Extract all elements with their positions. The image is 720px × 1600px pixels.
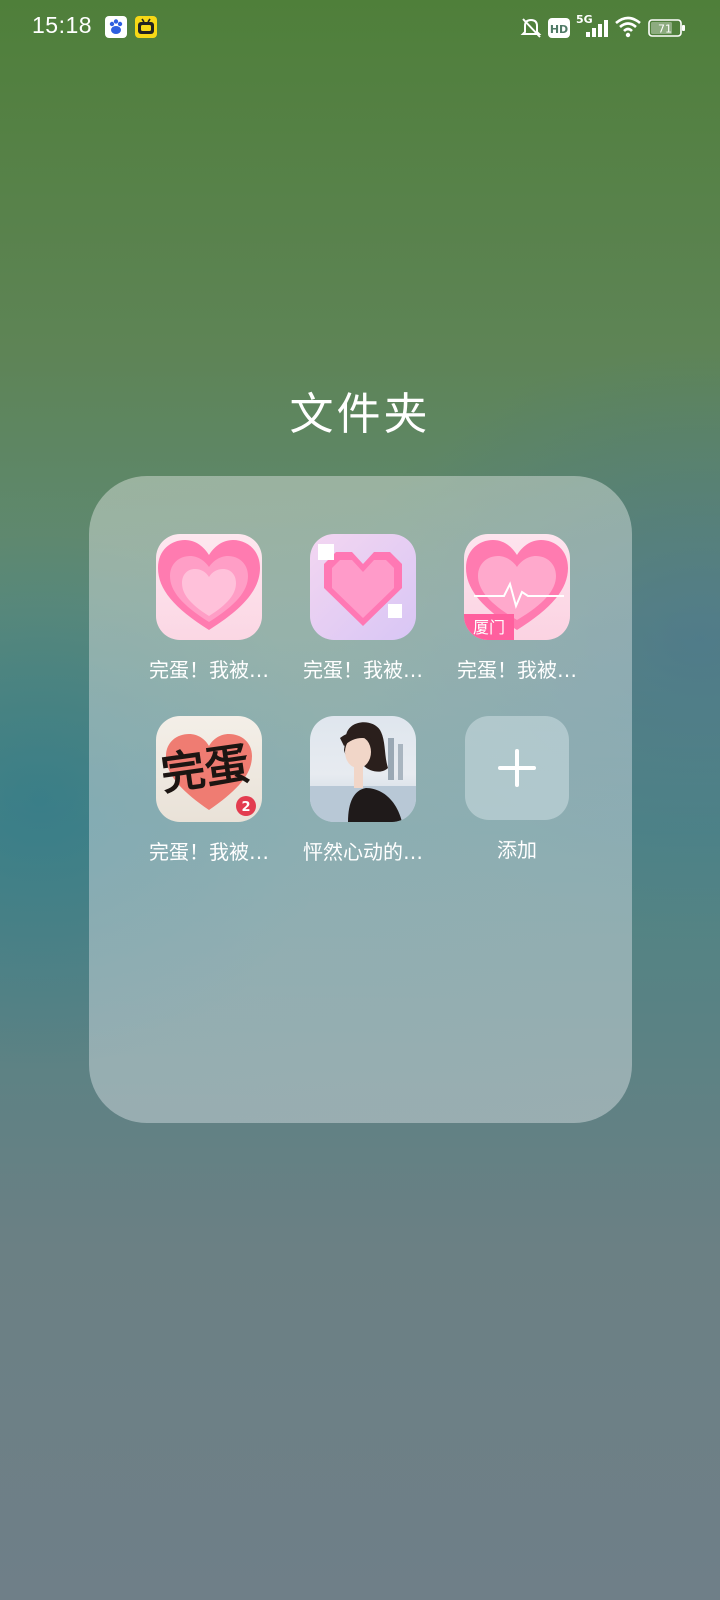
app-label: 完蛋！我被… bbox=[303, 658, 423, 682]
pink-heart-app-icon[interactable] bbox=[156, 534, 262, 640]
icon-badge: 2 bbox=[241, 800, 250, 815]
calligraphy-app-icon[interactable]: 完蛋 2 bbox=[156, 716, 262, 822]
app-label: 完蛋！我被… bbox=[457, 658, 577, 682]
status-time: 15:18 bbox=[32, 12, 93, 38]
heart-xiamen-app-icon[interactable]: 厦门 bbox=[464, 534, 570, 640]
hd-text: HD bbox=[550, 23, 568, 36]
add-label: 添加 bbox=[497, 838, 537, 862]
portrait-app-icon[interactable] bbox=[310, 716, 416, 822]
status-right-group: HD 5G 71 bbox=[520, 13, 690, 43]
app-label: 怦然心动的… bbox=[303, 840, 423, 864]
folder-panel: 完蛋！我被… 完蛋！我被… 厦门 完蛋！我被… 完蛋 2 完蛋！我被… 怦然心动… bbox=[89, 476, 632, 1123]
icon-text-xiamen: 厦门 bbox=[473, 618, 505, 637]
baidu-icon bbox=[105, 16, 127, 38]
plus-icon[interactable] bbox=[465, 716, 569, 820]
app-pengran[interactable]: 怦然心动的… bbox=[288, 716, 438, 865]
wifi-icon bbox=[615, 16, 641, 42]
bilibili-tv-icon bbox=[135, 16, 157, 38]
app-wandan-2[interactable]: 完蛋！我被… bbox=[288, 534, 438, 683]
network-type: 5G bbox=[576, 13, 593, 26]
add-app-button[interactable]: 添加 bbox=[442, 716, 592, 863]
battery-level: 71 bbox=[658, 23, 672, 36]
app-wandan-1[interactable]: 完蛋！我被… bbox=[134, 534, 284, 683]
app-label: 完蛋！我被… bbox=[149, 658, 269, 682]
hd-icon: HD bbox=[548, 17, 570, 43]
battery-icon: 71 bbox=[648, 18, 686, 42]
status-bar: 15:18 HD 5G 71 bbox=[0, 0, 720, 56]
pixel-heart-app-icon[interactable] bbox=[310, 534, 416, 640]
app-wandan-3[interactable]: 厦门 完蛋！我被… bbox=[442, 534, 592, 683]
folder-title[interactable]: 文件夹 bbox=[0, 378, 720, 442]
app-label: 完蛋！我被… bbox=[149, 840, 269, 864]
signal-icon: 5G bbox=[576, 12, 610, 44]
app-wandan-4[interactable]: 完蛋 2 完蛋！我被… bbox=[134, 716, 284, 865]
icon-text-wandan: 完蛋 bbox=[158, 738, 252, 801]
mute-bell-icon bbox=[520, 16, 542, 44]
